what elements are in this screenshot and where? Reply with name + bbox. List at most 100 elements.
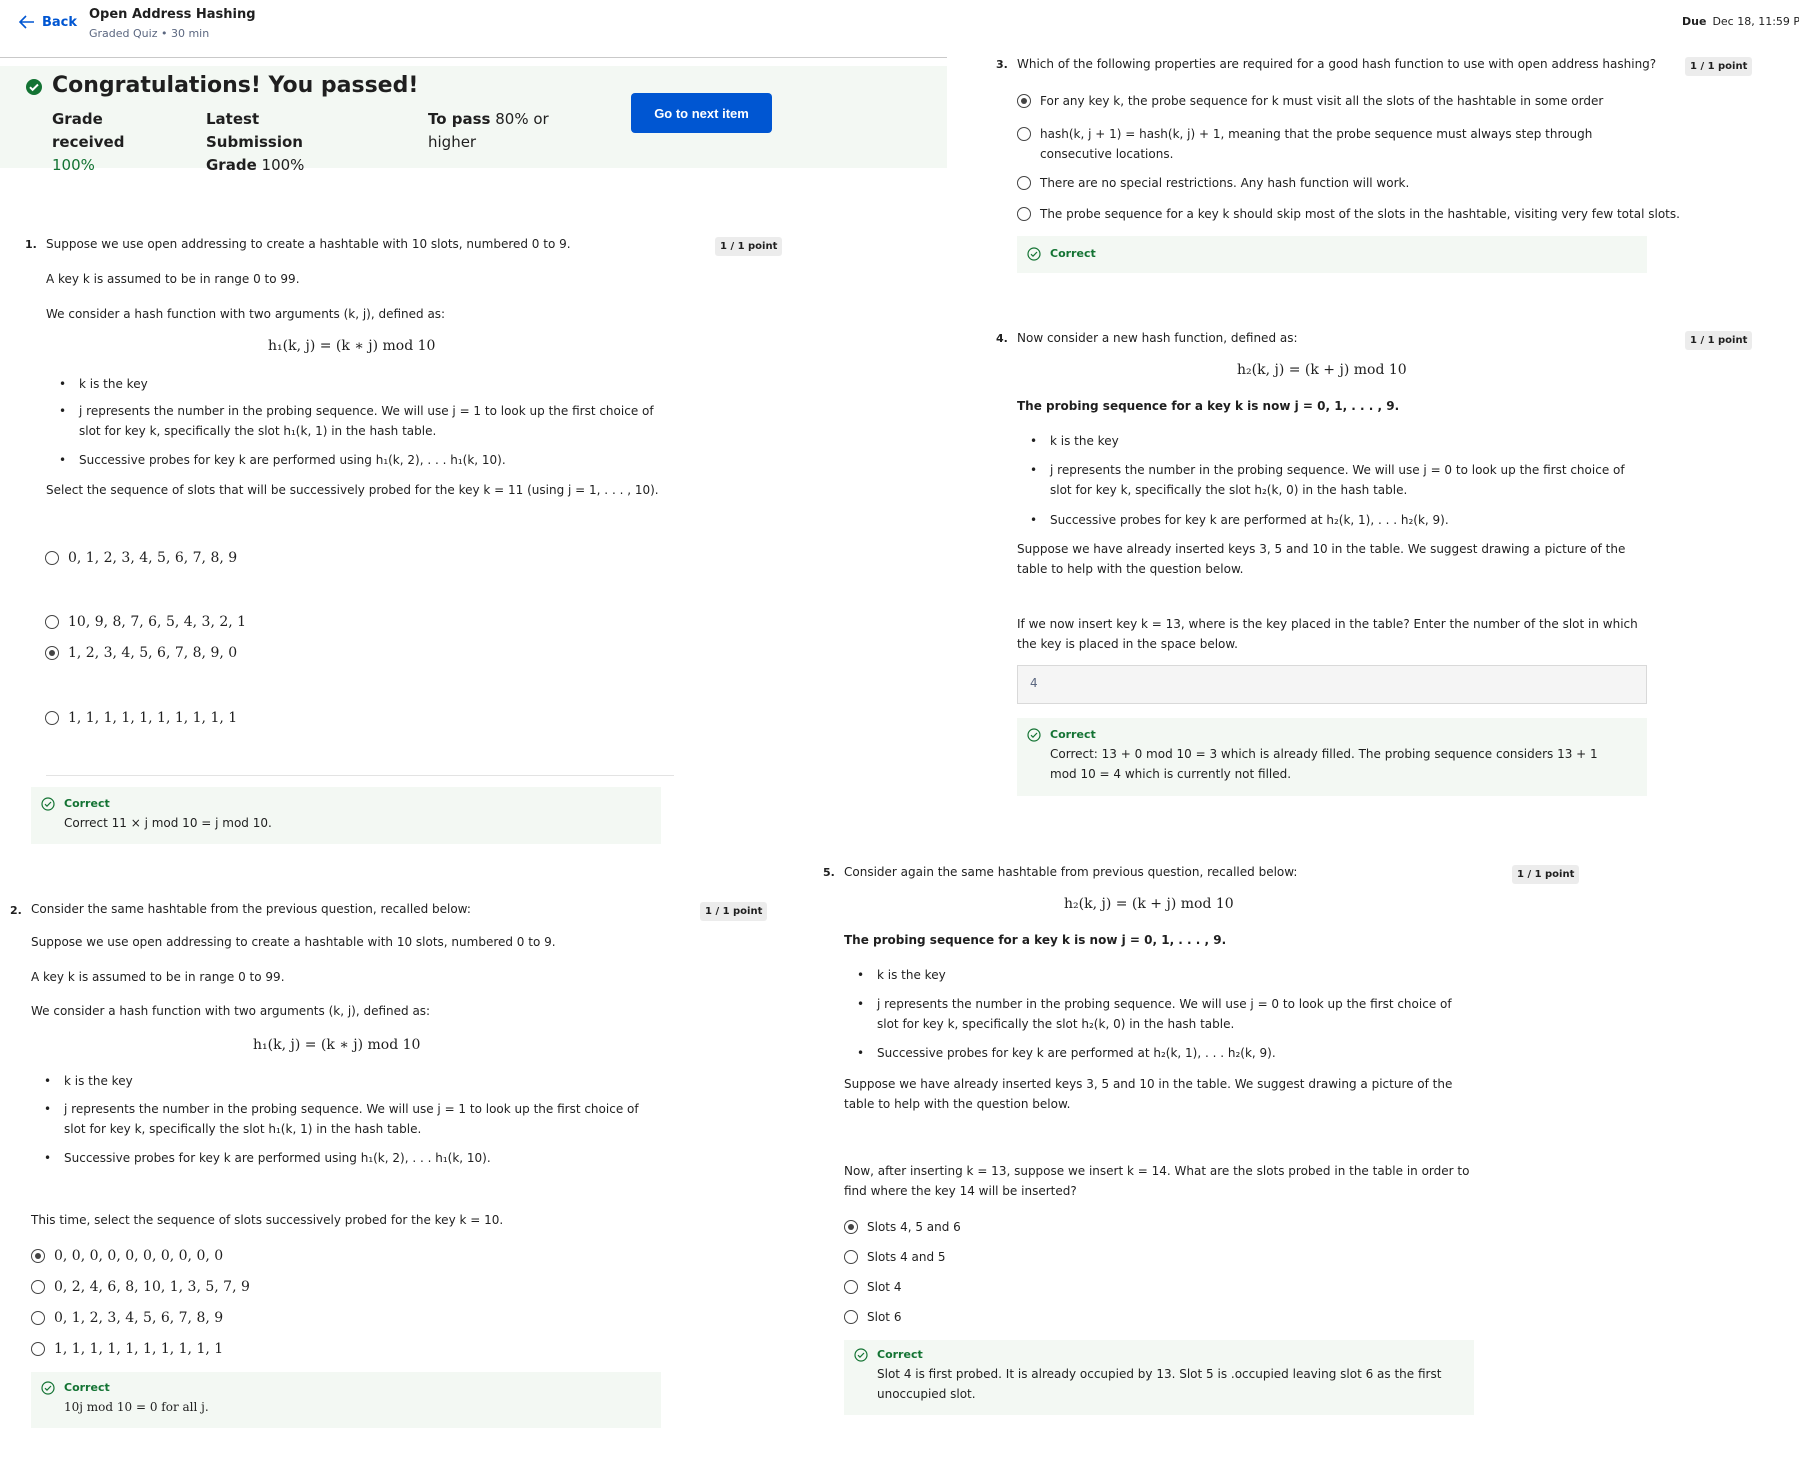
bullet-text: Successive probes for key k are performe… [1050, 513, 1449, 527]
option-label: hash(k, j + 1) = hash(k, j) + 1, meaning… [1040, 127, 1593, 161]
option-label: Slot 4 [867, 1280, 902, 1294]
option-label: 0, 2, 4, 6, 8, 10, 1, 3, 5, 7, 9 [54, 1279, 250, 1295]
answer-option[interactable]: 10, 9, 8, 7, 6, 5, 4, 3, 2, 1 [45, 614, 246, 630]
probing-sequence: The probing sequence for a key k is now … [844, 933, 1227, 947]
feedback-text: Slot 4 is first probed. It is already oc… [877, 1367, 1442, 1401]
hash-intro: We consider a hash function with two arg… [31, 1004, 431, 1018]
feedback-label: Correct [1050, 247, 1096, 260]
answer-option-selected[interactable]: 0, 0, 0, 0, 0, 0, 0, 0, 0, 0 [31, 1248, 223, 1264]
question-instruction: Now, after inserting k = 13, suppose we … [844, 1164, 1470, 1198]
grade-label: Grade received [52, 110, 125, 151]
feedback-box: Correct Correct: 13 + 0 mod 10 = 3 which… [1017, 718, 1647, 796]
option-label: There are no special restrictions. Any h… [1040, 176, 1410, 190]
question-number: 4. [996, 332, 1008, 345]
question-context: Suppose we have already inserted keys 3,… [844, 1077, 1453, 1111]
radio-button[interactable] [844, 1280, 858, 1294]
radio-button[interactable] [45, 551, 59, 565]
answer-option-selected[interactable]: 1, 2, 3, 4, 5, 6, 7, 8, 9, 0 [45, 645, 237, 661]
back-button[interactable]: Back [18, 13, 77, 31]
key-range: A key k is assumed to be in range 0 to 9… [31, 970, 285, 984]
answer-option[interactable]: 1, 1, 1, 1, 1, 1, 1, 1, 1, 1 [45, 710, 237, 726]
answer-option[interactable]: Slot 4 [844, 1280, 901, 1294]
answer-option[interactable]: 0, 1, 2, 3, 4, 5, 6, 7, 8, 9 [45, 550, 237, 566]
bullet-item: • Successive probes for key k are perform… [44, 1151, 491, 1165]
points-badge: 1 / 1 point [715, 237, 783, 256]
answer-option[interactable]: The probe sequence for a key k should sk… [1017, 207, 1680, 221]
feedback-label: Correct [64, 1381, 110, 1394]
hash-formula: h₂(k, j) = (k + j) mod 10 [1064, 896, 1234, 912]
bullet-text: Successive probes for key k are performe… [79, 453, 506, 467]
points-badge: 1 / 1 point [1685, 331, 1753, 350]
question-context: Suppose we have already inserted keys 3,… [1017, 542, 1626, 576]
answer-option[interactable]: Slots 4 and 5 [844, 1250, 946, 1264]
bullet-item: • j represents the number in the probing … [1030, 463, 1625, 497]
radio-button-selected[interactable] [844, 1220, 858, 1234]
radio-button-selected[interactable] [31, 1249, 45, 1263]
option-label: 1, 1, 1, 1, 1, 1, 1, 1, 1, 1 [68, 710, 238, 726]
answer-option[interactable]: There are no special restrictions. Any h… [1017, 176, 1409, 190]
feedback-label: Correct [877, 1348, 923, 1361]
radio-button[interactable] [844, 1310, 858, 1324]
bullet-text: j represents the number in the probing s… [64, 1102, 639, 1136]
answer-option[interactable]: hash(k, j + 1) = hash(k, j) + 1, meaning… [1017, 124, 1617, 164]
option-label: For any key k, the probe sequence for k … [1040, 94, 1604, 108]
feedback-box: Correct 10j mod 10 = 0 for all j. [31, 1372, 661, 1428]
bullet-text: k is the key [877, 968, 946, 982]
answer-option-selected[interactable]: Slots 4, 5 and 6 [844, 1220, 961, 1234]
latest-grade: Latest Submission Grade 100% [206, 108, 356, 177]
question-number: 1. [25, 238, 37, 251]
question-prompt: Consider the same hashtable from the pre… [31, 902, 471, 916]
bullet-text: k is the key [1050, 434, 1119, 448]
go-to-next-item-button[interactable]: Go to next item [631, 93, 772, 133]
radio-button[interactable] [45, 615, 59, 629]
hash-formula: h₁(k, j) = (k ∗ j) mod 10 [268, 338, 436, 354]
radio-button-selected[interactable] [45, 646, 59, 660]
check-circle-outline-icon [1027, 247, 1041, 261]
points-badge: 1 / 1 point [1685, 57, 1753, 76]
feedback-text: Correct: 13 + 0 mod 10 = 3 which is alre… [1050, 747, 1598, 781]
radio-button[interactable] [31, 1342, 45, 1356]
bullet-item: • Successive probes for key k are perform… [59, 453, 506, 467]
radio-button[interactable] [844, 1250, 858, 1264]
page-subtitle: Graded Quiz • 30 min [89, 27, 210, 40]
points-badge: 1 / 1 point [1512, 865, 1580, 884]
bullet-item: • k is the key [59, 377, 148, 391]
bullet-item: • k is the key [857, 968, 946, 982]
radio-button[interactable] [1017, 127, 1031, 141]
option-label: Slot 6 [867, 1310, 902, 1324]
hash-intro: We consider a hash function with two arg… [46, 307, 446, 321]
radio-button-selected[interactable] [1017, 94, 1031, 108]
radio-button[interactable] [1017, 176, 1031, 190]
check-circle-outline-icon [1027, 728, 1041, 742]
due-value: Dec 18, 11:59 PM IS [1712, 15, 1799, 28]
result-title: Congratulations! You passed! [52, 73, 419, 98]
question-instruction: This time, select the sequence of slots … [31, 1213, 504, 1227]
divider [46, 775, 674, 776]
option-label: 1, 1, 1, 1, 1, 1, 1, 1, 1, 1 [54, 1341, 224, 1357]
question-number: 3. [996, 58, 1008, 71]
answer-option-selected[interactable]: For any key k, the probe sequence for k … [1017, 94, 1603, 108]
grade-received: Grade received 100% [52, 108, 172, 177]
option-label: 0, 1, 2, 3, 4, 5, 6, 7, 8, 9 [54, 1310, 224, 1326]
radio-button[interactable] [31, 1311, 45, 1325]
question-instruction: Select the sequence of slots that will b… [46, 483, 659, 497]
answer-option[interactable]: 0, 2, 4, 6, 8, 10, 1, 3, 5, 7, 9 [31, 1279, 250, 1295]
grade-value: 100% [52, 156, 95, 174]
feedback-text: 10j mod 10 = 0 for all j. [64, 1400, 209, 1414]
radio-button[interactable] [45, 711, 59, 725]
bullet-text: j represents the number in the probing s… [1050, 463, 1625, 497]
feedback-label: Correct [1050, 728, 1096, 741]
answer-option[interactable]: 0, 1, 2, 3, 4, 5, 6, 7, 8, 9 [31, 1310, 223, 1326]
due-label: Due [1682, 15, 1707, 28]
page-title: Open Address Hashing [89, 7, 256, 22]
radio-button[interactable] [1017, 207, 1031, 221]
due-date: Due Dec 18, 11:59 PM IS [1682, 15, 1799, 28]
question-prompt: Now consider a new hash function, define… [1017, 331, 1298, 345]
answer-input[interactable]: 4 [1017, 665, 1647, 704]
hash-formula: h₂(k, j) = (k + j) mod 10 [1237, 362, 1407, 378]
answer-option[interactable]: Slot 6 [844, 1310, 901, 1324]
hash-formula: h₁(k, j) = (k ∗ j) mod 10 [253, 1037, 421, 1053]
radio-button[interactable] [31, 1280, 45, 1294]
check-circle-outline-icon [854, 1348, 868, 1362]
answer-option[interactable]: 1, 1, 1, 1, 1, 1, 1, 1, 1, 1 [31, 1341, 223, 1357]
